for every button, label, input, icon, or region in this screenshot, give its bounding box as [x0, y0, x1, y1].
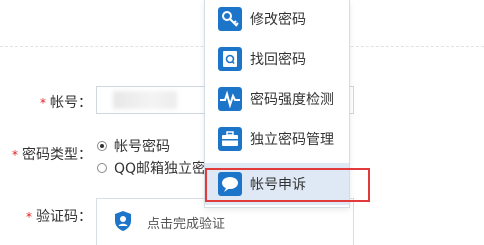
briefcase-icon — [218, 127, 242, 151]
required-mark: * — [12, 148, 18, 162]
pulse-icon — [218, 87, 242, 111]
menu-item-password-strength[interactable]: 密码强度检测 — [205, 80, 349, 118]
menu-item-independent-password[interactable]: 独立密码管理 — [205, 120, 349, 158]
account-label: * 帐号： — [40, 95, 92, 111]
find-password-icon — [218, 47, 242, 71]
password-type-label: * 密码类型： — [12, 147, 92, 163]
account-value-blurred — [113, 91, 177, 109]
required-mark: * — [40, 96, 46, 110]
captcha-text: 点击完成验证 — [147, 217, 226, 232]
highlight-box — [205, 168, 370, 202]
shield-icon — [115, 211, 131, 231]
radio-qq-mail-password[interactable]: QQ邮箱独立密 — [97, 158, 206, 178]
menu-item-find-password[interactable]: 找回密码 — [205, 40, 349, 78]
required-mark: * — [26, 210, 32, 224]
radio-account-password[interactable]: 帐号密码 — [97, 136, 170, 156]
radio-unchecked[interactable] — [97, 163, 107, 173]
key-icon — [218, 7, 242, 31]
captcha-label: * 验证码： — [26, 209, 92, 225]
radio-checked[interactable] — [97, 141, 107, 151]
menu-item-change-password[interactable]: 修改密码 — [205, 0, 349, 38]
